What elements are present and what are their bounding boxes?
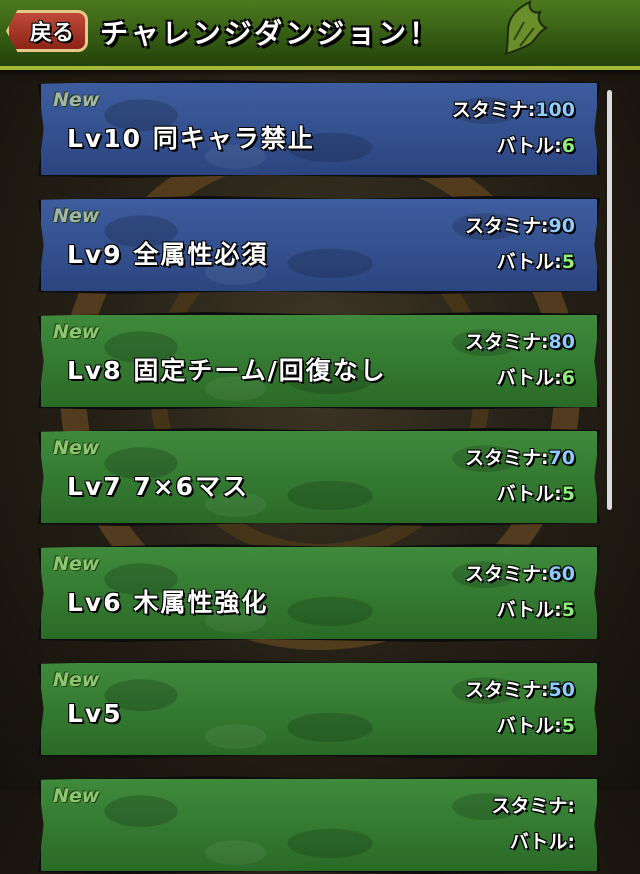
back-button-label: 戻る xyxy=(29,21,74,46)
new-badge: New xyxy=(53,321,100,343)
dungeon-name: Lv10 同キャラ禁止 xyxy=(67,124,315,153)
stamina-label: スタミナ: xyxy=(491,795,575,817)
battle-label: バトル: xyxy=(496,599,562,621)
battle-label: バトル: xyxy=(496,483,562,505)
back-button[interactable]: 戻る xyxy=(6,10,88,52)
stamina-label: スタミナ: xyxy=(464,331,549,353)
dungeon-list-item[interactable]: New Lv8 固定チーム/回復なし スタミナ:80 バトル:6 xyxy=(38,312,600,410)
dungeon-list-item[interactable]: New Lv6 木属性強化 スタミナ:60 バトル:5 xyxy=(38,544,600,642)
scrollbar[interactable] xyxy=(607,90,612,510)
battle-value: 5 xyxy=(561,483,575,505)
stamina-cost: スタミナ:50 xyxy=(465,675,575,702)
header-bar: 戻る チャレンジダンジョン！ xyxy=(0,0,640,70)
stamina-cost: スタミナ:100 xyxy=(452,95,575,122)
stamina-label: スタミナ: xyxy=(464,215,549,237)
new-badge: New xyxy=(53,89,100,111)
battle-count: バトル:5 xyxy=(497,711,575,738)
stamina-cost: スタミナ:60 xyxy=(465,559,575,586)
battle-label: バトル: xyxy=(496,715,562,737)
stamina-value: 100 xyxy=(535,99,575,121)
dungeon-name: Lv8 固定チーム/回復なし xyxy=(67,356,387,385)
battle-value: 6 xyxy=(561,135,575,157)
stamina-label: スタミナ: xyxy=(464,563,549,585)
battle-count: バトル:5 xyxy=(497,595,575,622)
dungeon-list-item[interactable]: New Lv5 スタミナ:50 バトル:5 xyxy=(38,660,600,758)
dragon-wing-icon xyxy=(504,0,548,56)
battle-count: バトル:5 xyxy=(497,479,575,506)
stamina-value: 70 xyxy=(548,447,575,469)
stamina-value: 50 xyxy=(548,679,575,701)
battle-value: 5 xyxy=(561,251,575,273)
new-badge: New xyxy=(53,669,100,691)
stamina-label: スタミナ: xyxy=(464,679,549,701)
battle-count: バトル:5 xyxy=(497,247,575,274)
battle-value: 5 xyxy=(561,715,575,737)
dungeon-list-item[interactable]: New Lv9 全属性必須 スタミナ:90 バトル:5 xyxy=(38,196,600,294)
battle-count: バトル: xyxy=(510,827,575,854)
stamina-label: スタミナ: xyxy=(464,447,549,469)
battle-label: バトル: xyxy=(496,135,562,157)
dungeon-list-item[interactable]: New スタミナ: バトル: xyxy=(38,776,600,874)
battle-count: バトル:6 xyxy=(497,131,575,158)
dungeon-list-item[interactable]: New Lv7 7×6マス スタミナ:70 バトル:5 xyxy=(38,428,600,526)
dungeon-name: Lv9 全属性必須 xyxy=(67,240,269,269)
new-badge: New xyxy=(53,553,100,575)
battle-label: バトル: xyxy=(496,251,562,273)
new-badge: New xyxy=(53,785,100,807)
stamina-cost: スタミナ: xyxy=(491,791,575,818)
new-badge: New xyxy=(53,437,100,459)
dungeon-name: Lv5 xyxy=(67,699,123,728)
stamina-value: 90 xyxy=(548,215,575,237)
stamina-cost: スタミナ:80 xyxy=(465,327,575,354)
stamina-cost: スタミナ:90 xyxy=(465,211,575,238)
new-badge: New xyxy=(53,205,100,227)
battle-label: バトル: xyxy=(496,367,562,389)
stamina-value: 80 xyxy=(548,331,575,353)
stamina-label: スタミナ: xyxy=(451,99,536,121)
dungeon-name: Lv7 7×6マス xyxy=(67,472,250,501)
battle-value: 5 xyxy=(561,599,575,621)
stamina-value: 60 xyxy=(548,563,575,585)
page-title: チャレンジダンジョン！ xyxy=(100,17,441,50)
battle-value: 6 xyxy=(561,367,575,389)
stamina-cost: スタミナ:70 xyxy=(465,443,575,470)
battle-label: バトル: xyxy=(509,831,575,853)
battle-count: バトル:6 xyxy=(497,363,575,390)
dungeon-name: Lv6 木属性強化 xyxy=(67,588,269,617)
dungeon-list-item[interactable]: New Lv10 同キャラ禁止 スタミナ:100 バトル:6 xyxy=(38,80,600,178)
